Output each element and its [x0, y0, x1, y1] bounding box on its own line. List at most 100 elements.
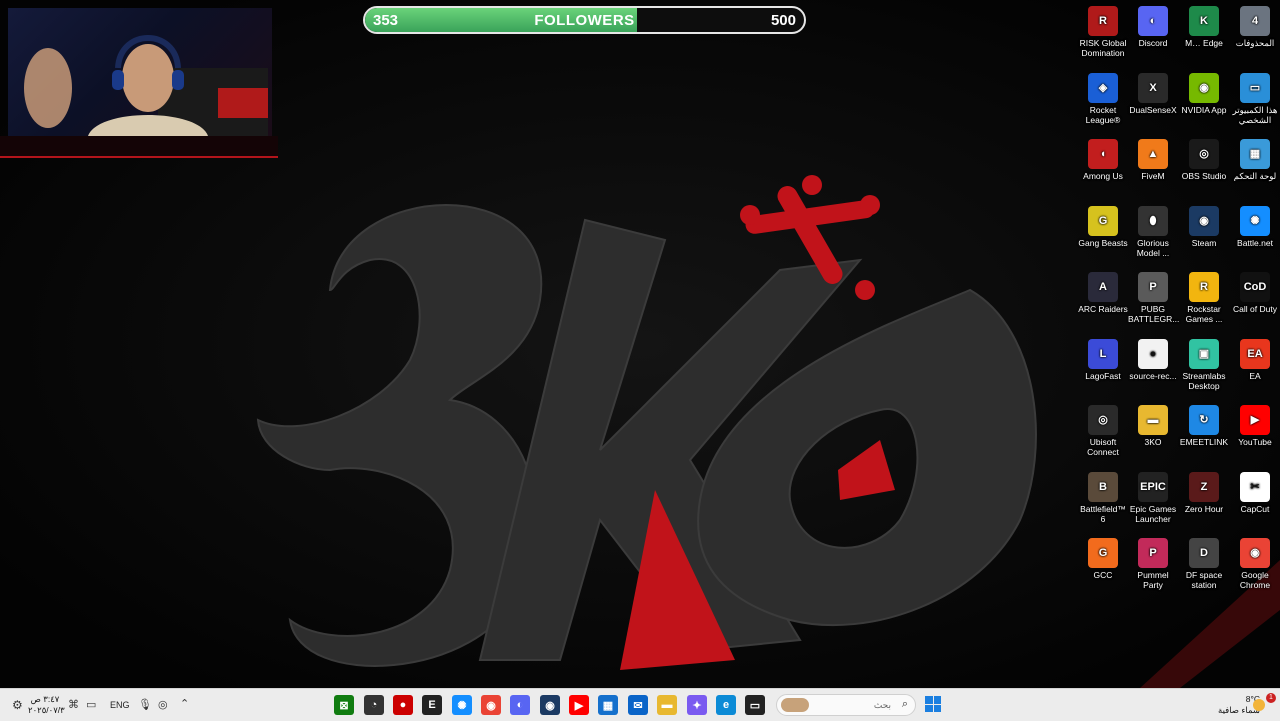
- desktop-icon-emeetlink[interactable]: ↻ EMEETLINK: [1179, 405, 1229, 447]
- desktop-icon-label: DualSenseX: [1129, 104, 1177, 115]
- desktop-icon-capcut[interactable]: ✂ CapCut: [1230, 471, 1280, 514]
- fivem-icon: ▲: [1138, 139, 1168, 169]
- desktop-icon-ea[interactable]: EA EA: [1230, 338, 1280, 381]
- desktop-icon-gang-beasts[interactable]: G Gang Beasts: [1078, 205, 1128, 248]
- desktop-icon-control-panel[interactable]: ▦ لوحة التحكم: [1230, 139, 1280, 181]
- desktop-icon-steam[interactable]: ◉ Steam: [1179, 205, 1229, 248]
- network-icon[interactable]: ⌘: [68, 698, 79, 711]
- desktop-icon-obs[interactable]: ◎ OBS Studio: [1179, 139, 1229, 181]
- taskbar-chrome-icon[interactable]: ◉: [481, 695, 501, 715]
- rockstar-icon: R: [1189, 272, 1219, 302]
- desktop-icon-pummel-party[interactable]: P Pummel Party: [1128, 538, 1178, 590]
- desktop-icon-glorious-mouse[interactable]: ⬮ Glorious Model ...: [1128, 205, 1178, 258]
- desktop-icon-label: GCC: [1093, 570, 1113, 580]
- taskbar-battlenet-icon[interactable]: ✺: [452, 695, 472, 715]
- notification-badge[interactable]: 1: [1266, 693, 1276, 703]
- taskbar-copilot-icon[interactable]: ✦: [687, 695, 707, 715]
- desktop-icon-risk[interactable]: R RISK Global Domination: [1078, 6, 1128, 58]
- desktop-icon-lagofast[interactable]: L LagoFast: [1078, 338, 1128, 381]
- desktop-icon-source-record[interactable]: ● source-rec...: [1128, 338, 1178, 381]
- pummel-party-icon: P: [1138, 538, 1168, 568]
- discord-icon: ◐: [1138, 6, 1168, 36]
- taskbar-terminal-icon[interactable]: ▭: [745, 695, 765, 715]
- desktop-icon-label: 3KO: [1144, 437, 1162, 447]
- desktop-icon-among-us[interactable]: ◖ Among Us: [1078, 139, 1128, 181]
- desktop-icon-label: Google Chrome: [1239, 570, 1271, 590]
- steam-icon: ◉: [1189, 205, 1219, 236]
- start-button[interactable]: [925, 696, 941, 712]
- desktop-icon-youtube[interactable]: ▶ YouTube: [1230, 405, 1280, 447]
- taskbar-steam-icon[interactable]: ◉: [540, 695, 560, 715]
- desktop-icon-label: Call of Duty: [1233, 304, 1277, 314]
- control-panel-icon: ▦: [1240, 139, 1270, 169]
- taskbar-outlook-icon[interactable]: ✉: [628, 695, 648, 715]
- arc-raiders-icon: A: [1088, 272, 1118, 302]
- desktop-icon-fivem[interactable]: ▲ FiveM: [1128, 139, 1178, 181]
- taskbar-edge-icon[interactable]: e: [716, 695, 736, 715]
- weather-desc: سماء صافية: [1218, 705, 1260, 715]
- taskbar-record-icon[interactable]: ●: [393, 695, 413, 715]
- taskbar-youtube-icon[interactable]: ▶: [569, 695, 589, 715]
- chevron-up-icon[interactable]: ⌃: [180, 697, 189, 710]
- taskbar-search-box[interactable]: بحث ⌕: [776, 694, 916, 716]
- desktop-icon-recycle-bin[interactable]: 4 المحذوفات: [1230, 6, 1280, 48]
- desktop-icon-nvidia[interactable]: ◉ NVIDIA App: [1179, 72, 1229, 115]
- desktop-icon-label: EA: [1249, 370, 1261, 381]
- battery-icon[interactable]: ▭: [86, 698, 96, 711]
- chrome-icon: ◉: [1240, 538, 1270, 568]
- desktop-icon-label: Ubisoft Connect: [1087, 437, 1119, 457]
- desktop-icon-gcc[interactable]: G GCC: [1078, 538, 1128, 580]
- webcam-overlay: [8, 8, 272, 136]
- desktop-icon-rockstar[interactable]: R Rockstar Games ...: [1179, 272, 1229, 324]
- taskbar-discord-icon[interactable]: ◐: [510, 695, 530, 715]
- taskbar-settings-icon[interactable]: ⚙: [12, 698, 26, 712]
- desktop-icon-epic-games[interactable]: EPIC Epic Games Launcher: [1128, 471, 1178, 524]
- taskbar-time: ٣:٤٧ ص: [30, 694, 60, 704]
- taskbar-clock[interactable]: ٣:٤٧ ص ٢٠٢٥/٠٧/٣: [28, 694, 65, 716]
- desktop-icon-label: NVIDIA App: [1181, 104, 1227, 115]
- risk-icon: R: [1088, 6, 1118, 36]
- desktop-icon-df-space-station[interactable]: D DF space station: [1179, 538, 1229, 590]
- desktop-icon-label: Discord: [1138, 38, 1168, 48]
- desktop-icon-label: DF space station: [1185, 570, 1223, 590]
- call-of-duty-icon: CoD: [1240, 272, 1270, 302]
- search-icon: ⌕: [901, 698, 908, 710]
- taskbar-speedometer-icon[interactable]: ◔: [364, 695, 384, 715]
- desktop-icon-this-pc[interactable]: ▭ هذا الكمبيوتر الشخصي: [1230, 72, 1280, 125]
- taskbar-store-icon[interactable]: ▦: [598, 695, 618, 715]
- desktop-icon-label: CapCut: [1240, 503, 1270, 514]
- desktop-icon-label: Glorious Model ...: [1136, 237, 1170, 258]
- desktop-icon-ubisoft[interactable]: ◎ Ubisoft Connect: [1078, 405, 1128, 457]
- zero-hour-icon: Z: [1189, 471, 1219, 502]
- taskbar-epic-games-icon[interactable]: E: [422, 695, 442, 715]
- desktop-icon-call-of-duty[interactable]: CoD Call of Duty: [1230, 272, 1280, 314]
- desktop-icon-discord[interactable]: ◐ Discord: [1128, 6, 1178, 48]
- desktop-icon-chrome[interactable]: ◉ Google Chrome: [1230, 538, 1280, 590]
- desktop-icon-label: Pummel Party: [1137, 570, 1169, 590]
- language-indicator[interactable]: ENG: [110, 700, 130, 710]
- this-pc-icon: ▭: [1240, 72, 1270, 103]
- desktop-icon-label: لوحة التحكم: [1233, 171, 1277, 181]
- desktop-icon-label: RISK Global Domination: [1079, 38, 1127, 58]
- desktop-icon-dualsensex[interactable]: X DualSenseX: [1128, 72, 1178, 115]
- desktop-icon-arc-raiders[interactable]: A ARC Raiders: [1078, 272, 1128, 314]
- dualsensex-icon: X: [1138, 72, 1168, 103]
- weather-widget[interactable]: 8°C سماء صافية: [1200, 694, 1260, 716]
- desktop-icon-folder[interactable]: ▬ 3KO: [1128, 405, 1178, 447]
- desktop-icon-pubg[interactable]: P PUBG BATTLEGR...: [1128, 272, 1179, 324]
- desktop-icon-streamlabs[interactable]: ▣ Streamlabs Desktop: [1179, 338, 1229, 391]
- taskbar-xbox-icon[interactable]: ⊠: [334, 695, 354, 715]
- tray-app-icon[interactable]: ◎: [158, 698, 168, 711]
- glorious-mouse-icon: ⬮: [1138, 205, 1168, 236]
- desktop-icon-battlenet[interactable]: ✺ Battle.net: [1230, 205, 1280, 248]
- microphone-icon[interactable]: 🎙: [138, 698, 152, 711]
- desktop-icon-battlefield[interactable]: B Battlefield™ 6: [1078, 471, 1128, 524]
- taskbar-file-explorer-icon[interactable]: ▬: [657, 695, 677, 715]
- desktop-icon-edge[interactable]: K M… Edge: [1179, 6, 1229, 48]
- desktop-icon-zero-hour[interactable]: Z Zero Hour: [1179, 471, 1229, 514]
- webcam-border: [0, 136, 278, 158]
- pubg-icon: P: [1138, 272, 1168, 302]
- battlefield-icon: B: [1088, 471, 1118, 502]
- battlenet-icon: ✺: [1240, 205, 1270, 236]
- desktop-icon-rocket-league[interactable]: ◈ Rocket League®: [1078, 72, 1128, 125]
